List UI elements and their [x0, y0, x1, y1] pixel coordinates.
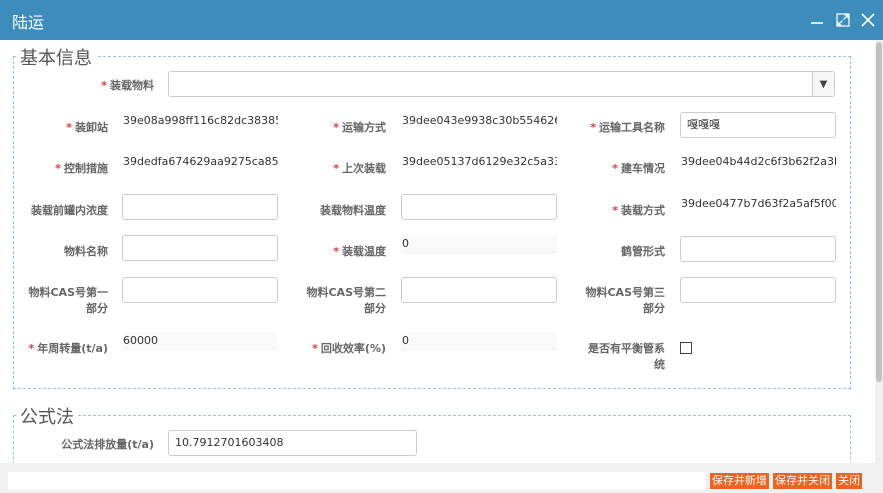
- recovery-efficiency-value: 0: [401, 332, 557, 350]
- window-title: 陆运: [12, 13, 45, 32]
- basic-info-legend: 基本信息: [16, 44, 96, 70]
- loading-temperature-label: * 装载温度: [333, 245, 386, 258]
- loading-temperature-value: 0: [401, 235, 557, 253]
- material-temperature-label: 装载物料温度: [320, 204, 386, 217]
- formula-legend: 公式法: [16, 403, 78, 429]
- balance-pipe-checkbox[interactable]: [680, 342, 692, 354]
- annual-turnover-label: * 年周转量(t/a): [28, 342, 108, 355]
- cas-part1-label: 物料CAS号第一 部分: [28, 286, 108, 315]
- footer-bar: 保存并新增 保存并关闭 关闭: [0, 463, 883, 493]
- cas-part2-label: 物料CAS号第二 部分: [306, 286, 386, 315]
- maximize-icon[interactable]: [834, 11, 852, 29]
- minimize-icon[interactable]: [808, 11, 826, 29]
- close-icon[interactable]: [859, 11, 877, 29]
- loading-material-select[interactable]: ▼: [168, 71, 835, 97]
- transport-mode-value: 39dee043e9938c30b554626c: [401, 112, 557, 130]
- unloading-station-value: 39e08a998ff116c82dc38385ca: [122, 112, 278, 130]
- loading-material-label: * 装载物料: [101, 79, 154, 92]
- annual-turnover-value: 60000: [122, 332, 278, 350]
- form-content: 基本信息 * 装载物料 ▼ * 装卸站 39e08a998ff116c82dc383…: [0, 40, 875, 463]
- close-button[interactable]: 关闭: [836, 473, 862, 489]
- transport-mode-label: * 运输方式: [333, 121, 386, 134]
- pre-load-concentration-label: 装载前罐内浓度: [31, 204, 108, 217]
- chevron-down-icon[interactable]: ▼: [812, 72, 834, 96]
- title-bar: 陆运: [0, 0, 883, 40]
- material-name-label: 物料名称: [64, 245, 108, 258]
- control-measure-label: * 控制措施: [55, 162, 108, 175]
- vertical-scrollbar[interactable]: [875, 40, 883, 463]
- loading-method-label: * 装载方式: [612, 204, 665, 217]
- last-loading-value: 39dee05137d6129e32c5a333: [401, 153, 557, 171]
- crane-pipe-form-label: 鹤管形式: [621, 245, 665, 258]
- transport-tool-name-label: * 运输工具名称: [590, 121, 665, 134]
- material-temperature-input[interactable]: [401, 194, 557, 220]
- scrollbar-thumb[interactable]: [876, 42, 882, 382]
- cas-part3-input[interactable]: [680, 277, 836, 303]
- cas-part3-label: 物料CAS号第三 部分: [585, 286, 665, 315]
- loading-method-value: 39dee0477b7d63f2a5af5f004: [680, 195, 836, 213]
- cas-part2-input[interactable]: [401, 277, 557, 303]
- cas-part1-input[interactable]: [122, 277, 278, 303]
- pre-load-concentration-input[interactable]: [122, 194, 278, 220]
- last-loading-label: * 上次装载: [333, 162, 386, 175]
- footer-status-area: [8, 472, 706, 490]
- formula-emission-label: 公式法排放量(t/a): [61, 438, 154, 451]
- crane-pipe-form-input[interactable]: [680, 236, 836, 262]
- control-measure-value: 39dedfa674629aa9275ca857: [122, 153, 278, 171]
- balance-pipe-label: 是否有平衡管系统: [588, 342, 665, 371]
- save-and-new-button[interactable]: 保存并新增: [710, 473, 769, 489]
- recovery-efficiency-label: * 回收效率(%): [312, 342, 386, 355]
- tank-building-label: * 建车情况: [612, 162, 665, 175]
- material-name-input[interactable]: [122, 235, 278, 261]
- dialog-window: 陆运 基本信息 * 装载物料 ▼ * 装卸站 39e08a998ff116c82dc…: [0, 0, 883, 493]
- transport-tool-name-input[interactable]: 嘎嘎嘎: [680, 112, 836, 138]
- tank-building-value: 39dee04b44d2c6f3b62f2a3b: [680, 153, 836, 171]
- formula-emission-input[interactable]: 10.7912701603408: [168, 430, 417, 456]
- unloading-station-label: * 装卸站: [66, 121, 108, 134]
- save-and-close-button[interactable]: 保存并关闭: [773, 473, 832, 489]
